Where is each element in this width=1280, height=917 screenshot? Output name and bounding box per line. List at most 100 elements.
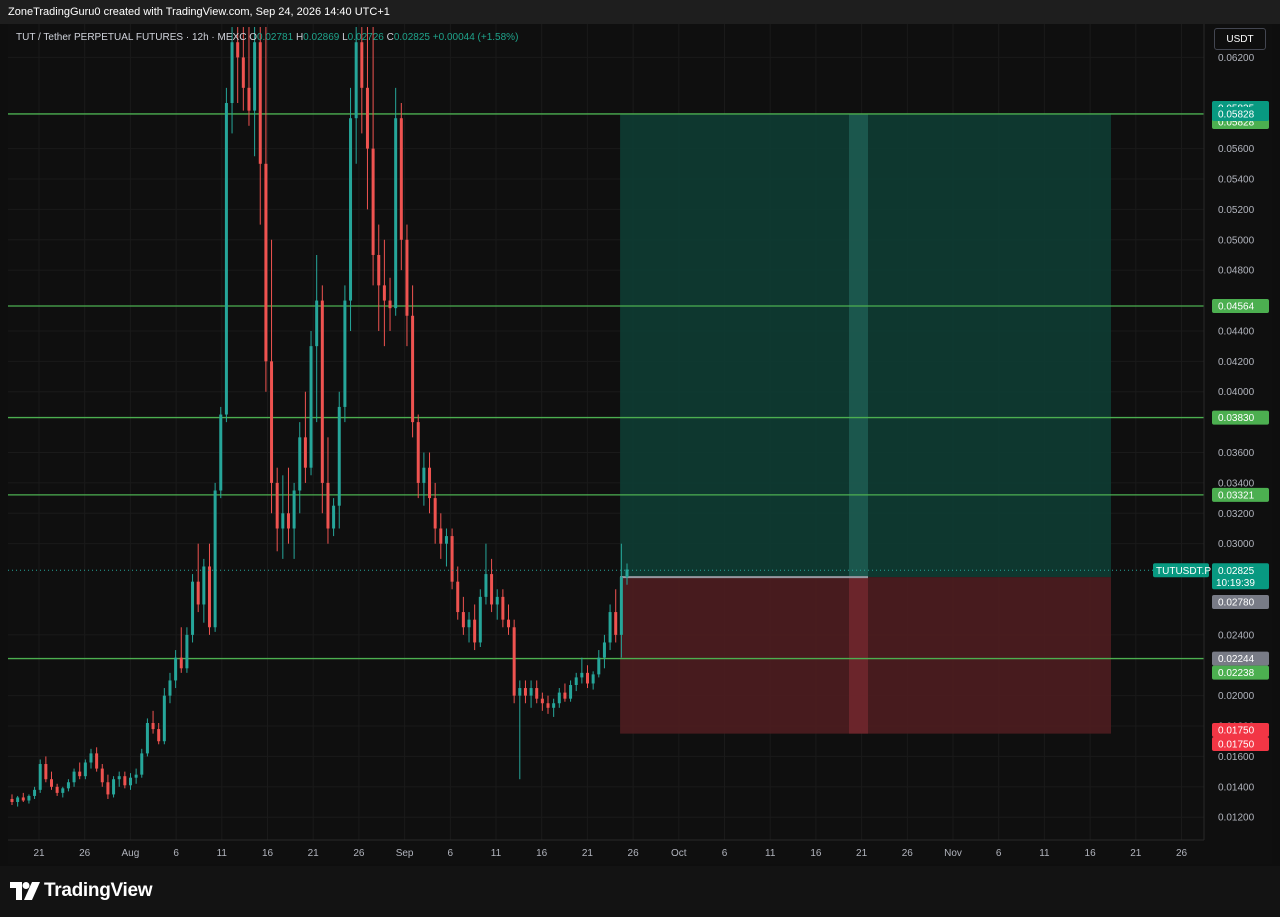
- price-axis-label: 0.02780: [1218, 598, 1255, 609]
- price-axis-label: 0.05828: [1218, 109, 1255, 120]
- attribution-bar: ZoneTradingGuru0 created with TradingVie…: [0, 0, 1280, 24]
- open-label: O: [249, 32, 257, 43]
- candle-body: [185, 634, 189, 669]
- x-tick-label: 26: [79, 848, 91, 859]
- stop-zone-highlight: [849, 577, 868, 734]
- candle-body: [591, 674, 595, 684]
- candle-body: [501, 596, 505, 620]
- y-tick-label: 0.04000: [1218, 387, 1255, 398]
- x-tick-label: 26: [628, 848, 640, 859]
- candle-body: [405, 239, 409, 316]
- candle-body: [123, 776, 127, 786]
- candle-body: [44, 764, 48, 780]
- x-tick-label: 11: [1039, 848, 1050, 859]
- candle-body: [16, 797, 20, 803]
- x-tick-label: 6: [173, 848, 179, 859]
- candle-body: [10, 798, 14, 803]
- price-axis-label: 0.02238: [1218, 668, 1255, 679]
- candle-body: [21, 797, 25, 801]
- tradingview-logo[interactable]: TradingView: [10, 880, 153, 902]
- candle-body: [365, 87, 369, 149]
- y-tick-label: 0.04800: [1218, 266, 1255, 277]
- price-chart[interactable]: 0.06200 0.05600 0.05400 0.05200 0.05000 0.048…: [8, 24, 1272, 864]
- candle-body: [145, 722, 149, 754]
- y-tick-label: 0.02400: [1218, 630, 1255, 641]
- y-tick-label: 0.05600: [1218, 144, 1255, 155]
- candle-body: [303, 437, 307, 468]
- candle-body: [428, 467, 432, 499]
- price-axis-label: 0.04564: [1218, 302, 1255, 313]
- candle-body: [444, 536, 448, 544]
- candle-body: [117, 776, 121, 780]
- candle-body: [602, 642, 606, 658]
- candle-body: [95, 753, 99, 769]
- candle-body: [399, 118, 403, 240]
- candle-body: [61, 788, 65, 793]
- price-axis-label: 0.03830: [1218, 413, 1255, 424]
- y-tick-label: 0.04400: [1218, 326, 1255, 337]
- candle-body: [388, 300, 392, 309]
- x-tick-label: 26: [353, 848, 365, 859]
- candle-body: [495, 596, 499, 605]
- candle-body: [264, 163, 268, 362]
- candle-body: [484, 574, 488, 597]
- chart-area[interactable]: 0.06200 0.05600 0.05400 0.05200 0.05000 0.048…: [8, 24, 1272, 864]
- x-tick-label: 11: [217, 848, 228, 859]
- candle-body: [213, 490, 217, 628]
- candle-body: [247, 87, 251, 111]
- candle-body: [574, 677, 578, 686]
- candle-body: [535, 688, 539, 699]
- y-tick-label: 0.03000: [1218, 539, 1255, 550]
- candle-body: [529, 688, 533, 696]
- candle-body: [100, 768, 104, 783]
- candle-body: [461, 612, 465, 628]
- close-value: 0.02825: [393, 32, 430, 43]
- candle-body: [157, 729, 161, 742]
- candle-body: [270, 361, 274, 483]
- x-tick-label: Sep: [396, 848, 414, 859]
- candle-body: [281, 513, 285, 529]
- footer: [0, 866, 1280, 917]
- logo-text: TradingView: [44, 880, 153, 901]
- candle-body: [49, 779, 53, 787]
- y-tick-label: 0.05200: [1218, 205, 1255, 216]
- candle-body: [467, 619, 471, 628]
- candle-body: [557, 692, 561, 704]
- y-tick-label: 0.05400: [1218, 174, 1255, 185]
- candle-body: [343, 300, 347, 407]
- y-tick-label: 0.03200: [1218, 509, 1255, 520]
- candle-body: [140, 753, 144, 775]
- candle-body: [490, 574, 494, 605]
- candle-body: [523, 688, 527, 696]
- candle-body: [196, 581, 200, 605]
- price-axis-label: 0.02244: [1218, 654, 1255, 665]
- candle-body: [253, 42, 257, 111]
- y-tick-label: 0.01600: [1218, 752, 1255, 763]
- candle-body: [349, 118, 353, 301]
- candle-body: [315, 300, 319, 347]
- candle-body: [162, 695, 166, 742]
- x-tick-label: Aug: [122, 848, 140, 859]
- candle-body: [518, 688, 522, 696]
- x-tick-label: 21: [33, 848, 45, 859]
- currency-button[interactable]: USDT: [1214, 28, 1266, 50]
- x-tick-label: 16: [1085, 848, 1097, 859]
- candle-body: [608, 612, 612, 643]
- x-tick-label: 16: [536, 848, 548, 859]
- bar-countdown: 10:19:39: [1216, 578, 1255, 589]
- candle-body: [258, 42, 262, 164]
- y-tick-label: 0.02000: [1218, 691, 1255, 702]
- candle-body: [540, 698, 544, 704]
- y-tick-label: 0.03400: [1218, 478, 1255, 489]
- candle-body: [580, 672, 584, 678]
- x-tick-label: 21: [856, 848, 868, 859]
- symbol-tag: TUTUSDT.P: [1156, 566, 1211, 577]
- candle-body: [411, 315, 415, 423]
- candle-body: [456, 581, 460, 613]
- x-tick-label: 21: [582, 848, 594, 859]
- x-tick-label: 16: [262, 848, 274, 859]
- candle-body: [433, 498, 437, 529]
- candle-body: [55, 786, 59, 793]
- candle-body: [72, 771, 76, 783]
- price-axis-label: 0.01750: [1218, 740, 1255, 751]
